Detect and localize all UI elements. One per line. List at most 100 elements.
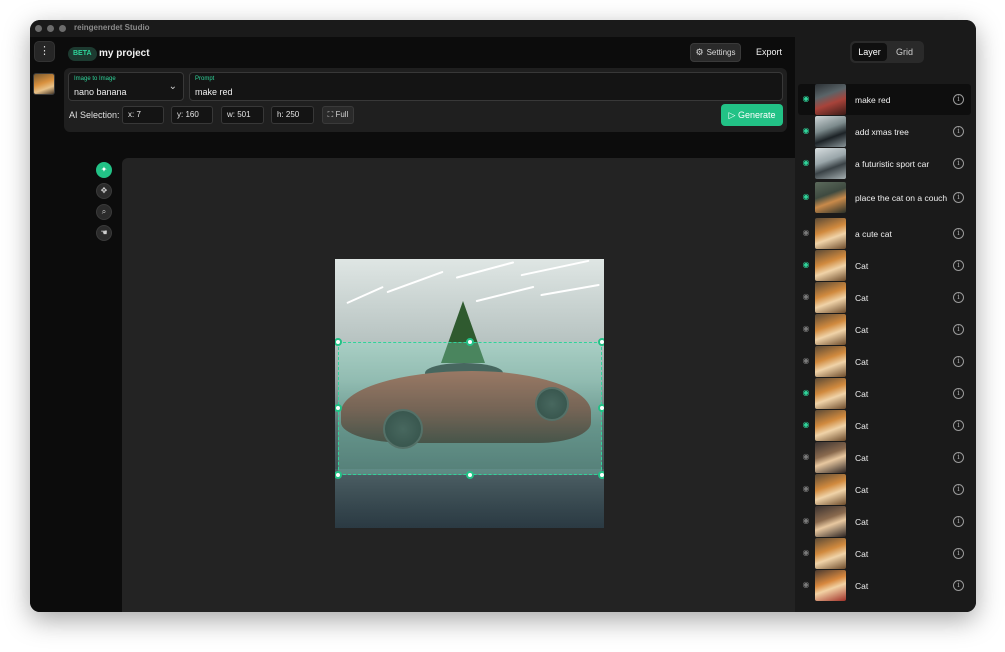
layer-thumbnail <box>815 538 846 569</box>
minimize-window-button[interactable] <box>47 25 54 32</box>
ai-selection-box[interactable] <box>338 342 602 475</box>
project-thumbnail[interactable] <box>33 73 55 95</box>
fullscreen-icon: ⛶ <box>327 110 334 119</box>
info-icon[interactable]: i <box>953 324 964 335</box>
selection-handle-bottom[interactable] <box>466 471 474 479</box>
sparkle-icon: ✦ <box>100 165 108 174</box>
eye-icon[interactable]: ◉ <box>802 453 810 461</box>
model-select-value: nano banana <box>74 87 127 97</box>
move-tool[interactable]: ✥ <box>96 183 112 199</box>
layer-row[interactable]: ◉ a futuristic sport car i <box>798 148 971 179</box>
settings-button[interactable]: ⚙ Settings <box>690 43 741 62</box>
layer-row[interactable]: ◉ Cat i <box>798 538 971 569</box>
eye-icon[interactable]: ◉ <box>802 159 810 167</box>
layer-row[interactable]: ◉ Cat i <box>798 474 971 505</box>
info-icon[interactable]: i <box>953 548 964 559</box>
info-icon[interactable]: i <box>953 452 964 463</box>
info-icon[interactable]: i <box>953 126 964 137</box>
selection-handle-top[interactable] <box>466 338 474 346</box>
info-icon[interactable]: i <box>953 228 964 239</box>
info-icon[interactable]: i <box>953 356 964 367</box>
eye-icon[interactable]: ◉ <box>802 127 810 135</box>
ai-select-tool[interactable]: ✦ <box>96 162 112 178</box>
canvas-image <box>335 259 604 528</box>
info-icon[interactable]: i <box>953 292 964 303</box>
layer-row[interactable]: ◉ Cat i <box>798 442 971 473</box>
layer-row[interactable]: ◉ place the cat on a couch i <box>798 182 971 213</box>
prompt-input[interactable]: Prompt make red <box>189 72 783 101</box>
eye-icon[interactable]: ◉ <box>802 421 810 429</box>
selection-w-input[interactable]: w: 501 <box>221 106 264 124</box>
selection-x-input[interactable]: x: 7 <box>122 106 164 124</box>
eye-icon[interactable]: ◉ <box>802 261 810 269</box>
layer-row[interactable]: ◉ Cat i <box>798 410 971 441</box>
full-selection-button[interactable]: ⛶ Full <box>322 106 354 124</box>
eye-icon[interactable]: ◉ <box>802 549 810 557</box>
close-window-button[interactable] <box>35 25 42 32</box>
generate-label: Generate <box>737 110 776 120</box>
eye-icon[interactable]: ◉ <box>802 193 810 201</box>
eye-icon[interactable]: ◉ <box>802 581 810 589</box>
selection-handle-top-right[interactable] <box>598 338 604 346</box>
layer-thumbnail <box>815 442 846 473</box>
ceiling-light <box>540 283 600 297</box>
layer-row[interactable]: ◉ Cat i <box>798 282 971 313</box>
canvas[interactable] <box>122 158 818 612</box>
layer-row[interactable]: ◉ add xmas tree i <box>798 116 971 147</box>
layer-label: Cat <box>855 324 869 335</box>
layer-row[interactable]: ◉ Cat i <box>798 378 971 409</box>
tab-layer[interactable]: Layer <box>852 43 887 61</box>
layer-row[interactable]: ◉ Cat i <box>798 250 971 281</box>
generate-button[interactable]: ▷ Generate <box>721 104 783 126</box>
layer-thumbnail <box>815 282 846 313</box>
generation-controls: Image to Image nano banana ⌄ Prompt make… <box>64 68 787 132</box>
info-icon[interactable]: i <box>953 192 964 203</box>
layer-row[interactable]: ◉ make red i <box>798 84 971 115</box>
layer-row[interactable]: ◉ Cat i <box>798 506 971 537</box>
layer-label: make red <box>855 94 891 105</box>
eye-icon[interactable]: ◉ <box>802 95 810 103</box>
info-icon[interactable]: i <box>953 158 964 169</box>
selection-handle-bottom-right[interactable] <box>598 471 604 479</box>
selection-y-input[interactable]: y: 160 <box>171 106 213 124</box>
info-icon[interactable]: i <box>953 516 964 527</box>
eye-icon[interactable]: ◉ <box>802 517 810 525</box>
app-title: reingenerdet Studio <box>74 23 150 32</box>
eye-icon[interactable]: ◉ <box>802 389 810 397</box>
tab-grid[interactable]: Grid <box>887 43 922 61</box>
eye-icon[interactable]: ◉ <box>802 293 810 301</box>
layer-thumbnail <box>815 474 846 505</box>
ceiling-light <box>520 259 590 277</box>
layer-row[interactable]: ◉ Cat i <box>798 314 971 345</box>
layer-row[interactable]: ◉ Cat i <box>798 570 971 601</box>
info-icon[interactable]: i <box>953 484 964 495</box>
maximize-window-button[interactable] <box>59 25 66 32</box>
eye-icon[interactable]: ◉ <box>802 357 810 365</box>
eye-icon[interactable]: ◉ <box>802 325 810 333</box>
layer-thumbnail <box>815 314 846 345</box>
project-name[interactable]: my project <box>99 48 150 59</box>
layer-label: Cat <box>855 452 869 463</box>
layer-label: Cat <box>855 484 869 495</box>
info-icon[interactable]: i <box>953 420 964 431</box>
eye-icon[interactable]: ◉ <box>802 229 810 237</box>
layer-thumbnail <box>815 250 846 281</box>
export-button[interactable]: Export <box>749 43 789 62</box>
menu-button[interactable]: ⋮ <box>34 41 55 62</box>
zoom-tool[interactable]: ⌕ <box>96 204 112 220</box>
selection-handle-right[interactable] <box>598 404 604 412</box>
layer-thumbnail <box>815 218 846 249</box>
chevron-down-icon: ⌄ <box>168 81 177 92</box>
selection-h-input[interactable]: h: 250 <box>271 106 314 124</box>
layer-label: Cat <box>855 548 869 559</box>
layer-row[interactable]: ◉ Cat i <box>798 346 971 377</box>
layers-panel: Layer Grid ◉ make red i ◉ add xmas tree i ◉ a f… <box>795 37 976 612</box>
info-icon[interactable]: i <box>953 94 964 105</box>
pan-tool[interactable]: ☚ <box>96 225 112 241</box>
info-icon[interactable]: i <box>953 388 964 399</box>
eye-icon[interactable]: ◉ <box>802 485 810 493</box>
info-icon[interactable]: i <box>953 580 964 591</box>
info-icon[interactable]: i <box>953 260 964 271</box>
model-select[interactable]: Image to Image nano banana ⌄ <box>68 72 184 101</box>
layer-row[interactable]: ◉ a cute cat i <box>798 218 971 249</box>
